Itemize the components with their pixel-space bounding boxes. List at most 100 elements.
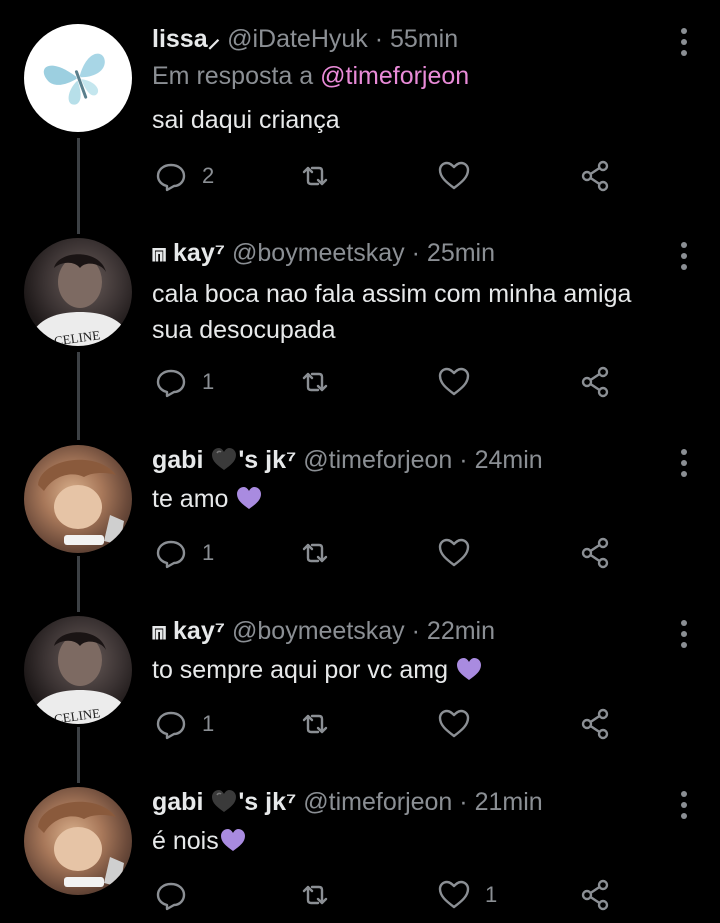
reply-icon (156, 882, 186, 911)
avatar-photo (38, 801, 124, 887)
retweet-button[interactable] (298, 364, 346, 400)
username[interactable]: @timeforjeon (303, 788, 452, 816)
butterfly-icon (43, 53, 105, 105)
share-icon (581, 366, 609, 398)
reply-icon (156, 711, 186, 740)
timestamp[interactable]: 21min (475, 788, 543, 816)
like-button[interactable]: 1 (437, 877, 497, 913)
retweet-icon (302, 714, 328, 734)
retweet-button[interactable] (298, 535, 346, 571)
separator-dot: · (459, 788, 468, 816)
avatar[interactable] (24, 24, 132, 132)
tweet-text: te amo (152, 481, 692, 517)
thread-line (77, 556, 80, 612)
tweet-header: gabi 's jk⁷ @timeforjeon · 24min (152, 445, 543, 475)
timestamp[interactable]: 24min (475, 446, 543, 474)
reply-mention-link[interactable]: @timeforjeon (320, 62, 469, 90)
retweet-button[interactable] (298, 706, 346, 742)
reply-count: 2 (202, 163, 215, 188)
share-button[interactable] (578, 706, 612, 742)
purple-heart-emoji (220, 829, 245, 851)
like-button[interactable] (437, 158, 485, 194)
reply-button[interactable]: 1 (154, 535, 214, 571)
thread-line (77, 727, 80, 783)
purple-heart-emoji (456, 658, 481, 680)
tweet-text-content: to sempre aqui por vc amg (152, 656, 448, 684)
username[interactable]: @iDateHyuk (227, 25, 368, 53)
timestamp[interactable]: 25min (427, 239, 495, 267)
share-icon (581, 708, 609, 740)
tweet-header: lissa⸝ @iDateHyuk · 55min (152, 24, 458, 54)
share-button[interactable] (578, 535, 612, 571)
display-name-tail: 's jk⁷ (238, 788, 297, 816)
retweet-button[interactable] (298, 877, 346, 913)
display-name[interactable]: lissa (152, 25, 208, 53)
timestamp[interactable]: 22min (427, 617, 495, 645)
like-icon (438, 538, 470, 567)
retweet-icon (302, 885, 328, 905)
thread-line (77, 352, 80, 440)
display-name-suffix: ⸝ (207, 25, 221, 53)
avatar[interactable] (24, 787, 132, 895)
separator-dot: · (459, 446, 468, 474)
timestamp[interactable]: 55min (390, 25, 458, 53)
tweet-header: gabi 's jk⁷ @timeforjeon · 21min (152, 787, 543, 817)
retweet-button[interactable] (298, 158, 346, 194)
reply-prefix: Em resposta a (152, 62, 314, 90)
reply-button[interactable]: 1 (154, 364, 214, 400)
tweet-actions: 1 (152, 877, 672, 913)
like-button[interactable] (437, 535, 485, 571)
like-icon (438, 367, 470, 396)
avatar[interactable]: CELINE (24, 238, 132, 346)
thread-line (77, 138, 80, 234)
reply-icon (156, 540, 186, 569)
share-button[interactable] (578, 877, 612, 913)
share-icon (581, 160, 609, 192)
reply-button[interactable]: 1 (154, 706, 214, 742)
like-icon (438, 880, 470, 909)
display-name[interactable]: ⩎ kay⁷ (152, 617, 225, 645)
like-button[interactable] (437, 706, 485, 742)
black-heart-emoji (212, 790, 237, 812)
more-icon[interactable] (680, 620, 688, 648)
avatar-photo: CELINE (34, 632, 126, 724)
more-icon[interactable] (680, 791, 688, 819)
display-name[interactable]: ⩎ kay⁷ (152, 239, 225, 267)
avatar[interactable]: CELINE (24, 616, 132, 724)
avatar-photo: CELINE (34, 254, 126, 346)
separator-dot: · (411, 617, 420, 645)
tweet-actions: 2 (152, 158, 672, 194)
share-icon (581, 537, 609, 569)
share-button[interactable] (578, 364, 612, 400)
username[interactable]: @boymeetskay (232, 239, 405, 267)
reply-icon (156, 163, 186, 192)
username[interactable]: @boymeetskay (232, 617, 405, 645)
more-icon[interactable] (680, 242, 688, 270)
tweet-actions: 1 (152, 364, 672, 400)
share-button[interactable] (578, 158, 612, 194)
avatar[interactable] (24, 445, 132, 553)
retweet-icon (302, 166, 328, 186)
separator-dot: · (411, 239, 420, 267)
tweet-header: ⩎ kay⁷ @boymeetskay · 25min (152, 238, 495, 268)
username[interactable]: @timeforjeon (303, 446, 452, 474)
retweet-icon (302, 372, 328, 392)
display-name[interactable]: gabi (152, 788, 203, 816)
display-name[interactable]: gabi (152, 446, 203, 474)
tweet-text-content: é nois (152, 827, 219, 855)
reply-icon (156, 369, 186, 398)
purple-heart-emoji (237, 487, 262, 509)
reply-count: 1 (202, 369, 215, 394)
more-icon[interactable] (680, 449, 688, 477)
like-icon (438, 161, 470, 190)
black-heart-emoji (212, 448, 237, 470)
more-icon[interactable] (680, 28, 688, 56)
tweet-header: ⩎ kay⁷ @boymeetskay · 22min (152, 616, 495, 646)
reply-button[interactable]: 2 (154, 158, 214, 194)
like-button[interactable] (437, 364, 485, 400)
reply-button[interactable] (154, 877, 202, 913)
tweet-text-line: cala boca nao fala assim com minha amiga (152, 280, 632, 308)
tweet-text: é nois (152, 823, 692, 859)
like-icon (438, 709, 470, 738)
reply-context: Em resposta a @timeforjeon (152, 62, 469, 91)
